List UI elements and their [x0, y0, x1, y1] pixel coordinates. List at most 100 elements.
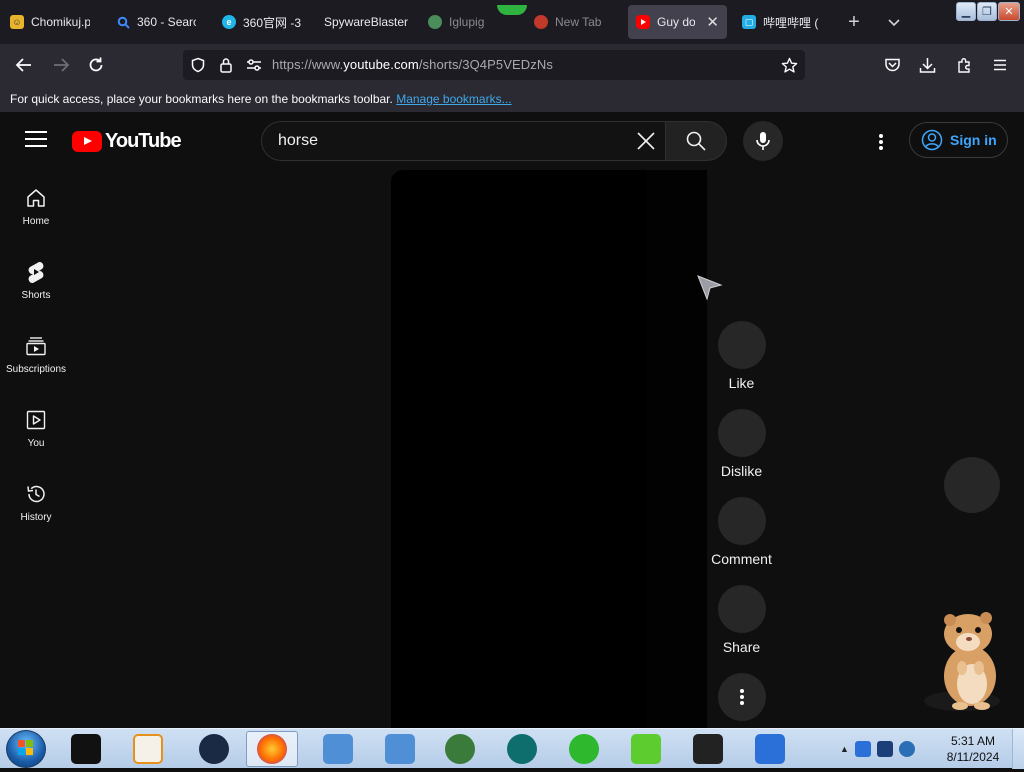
- guide-menu-icon[interactable]: [25, 131, 47, 149]
- tab-youtube-active[interactable]: Guy doe ✕: [628, 5, 727, 39]
- taskbar-plus-app[interactable]: [558, 731, 610, 767]
- clock-date: 8/11/2024: [946, 750, 1000, 764]
- history-icon: [24, 482, 48, 506]
- taskbar-media-player[interactable]: [122, 731, 174, 767]
- tab-chomikuj[interactable]: ☺ Chomikuj.p: [2, 5, 98, 39]
- shorts-icon: [24, 260, 48, 284]
- sidebar-item-home[interactable]: Home: [0, 170, 72, 240]
- tab-bilibili[interactable]: ▢ 哔哩哔哩 (: [734, 5, 830, 39]
- chevron-down-icon: [888, 19, 900, 27]
- extensions-button[interactable]: [951, 52, 977, 78]
- minimize-button[interactable]: ▁: [956, 2, 976, 21]
- windows-taskbar: ▲ 5:31 AM 8/11/2024: [0, 728, 1024, 769]
- network-icon[interactable]: [876, 741, 893, 757]
- new-tab-button[interactable]: +: [840, 8, 868, 36]
- arrow-left-icon: [15, 58, 31, 72]
- app-window-icon: [71, 734, 101, 764]
- taskbar-firefox[interactable]: [246, 731, 298, 767]
- comment-action[interactable]: Comment: [710, 497, 773, 567]
- tab-label: Iglupig: [449, 15, 485, 29]
- clear-search-icon[interactable]: [635, 130, 657, 152]
- show-desktop-button[interactable]: [1012, 729, 1024, 769]
- bookmark-star-icon[interactable]: [780, 56, 798, 74]
- taskbar-app-3[interactable]: [188, 731, 240, 767]
- pocket-button[interactable]: [879, 52, 905, 78]
- close-tab-icon[interactable]: ✕: [706, 13, 719, 31]
- shorts-video-player[interactable]: [391, 170, 707, 728]
- sidebar-item-you[interactable]: You: [0, 392, 72, 462]
- downloads-button[interactable]: [914, 52, 940, 78]
- share-action[interactable]: Share: [710, 585, 773, 655]
- taskbar-plus-app-2[interactable]: [620, 731, 672, 767]
- media-player-icon: [133, 734, 163, 764]
- close-window-button[interactable]: ✕: [998, 2, 1020, 21]
- download-icon: [919, 57, 935, 73]
- voice-search-button[interactable]: [743, 121, 783, 161]
- shield-blue-icon: [755, 734, 785, 764]
- chomikuj-icon: ☺: [10, 15, 24, 29]
- arrow-right-icon: [54, 58, 70, 72]
- taskbar-netscape[interactable]: [496, 731, 548, 767]
- sign-in-label: Sign in: [950, 132, 997, 148]
- tab-360-search[interactable]: 360 - Searc: [108, 5, 204, 39]
- taskbar-installer-2[interactable]: [374, 731, 426, 767]
- like-action[interactable]: Like: [710, 321, 773, 391]
- restore-button[interactable]: ❐: [977, 2, 997, 21]
- url-text[interactable]: https://www.youtube.com/shorts/3Q4P5VEDz…: [272, 57, 553, 72]
- comment-button[interactable]: [717, 497, 766, 545]
- back-button[interactable]: [11, 52, 37, 78]
- shield-icon[interactable]: [189, 56, 207, 74]
- sidebar-item-shorts[interactable]: Shorts: [0, 244, 72, 314]
- tray-shield-icon[interactable]: [854, 741, 871, 757]
- tab-new-tab[interactable]: New Tab: [526, 5, 622, 39]
- url-bar[interactable]: https://www.youtube.com/shorts/3Q4P5VEDz…: [183, 50, 805, 80]
- url-path: /shorts/3Q4P5VEDzNs: [418, 57, 553, 72]
- dislike-action[interactable]: Dislike: [710, 409, 773, 479]
- hamster-desktop-pet[interactable]: [922, 606, 1008, 714]
- dislike-button[interactable]: [717, 409, 766, 457]
- reload-button[interactable]: [83, 52, 109, 78]
- volume-icon[interactable]: [898, 741, 915, 757]
- permissions-icon[interactable]: [245, 56, 263, 74]
- taskbar-security-app[interactable]: [434, 731, 486, 767]
- tab-label: 360 - Searc: [137, 15, 196, 29]
- sidebar-item-subscriptions[interactable]: Subscriptions: [0, 318, 72, 388]
- taskbar-app-12[interactable]: [744, 731, 796, 767]
- tab-spywareblaster[interactable]: SpywareBlaster: [316, 5, 416, 39]
- hamburger-menu-icon: [994, 59, 1006, 71]
- start-button[interactable]: [6, 730, 46, 768]
- taskbar-installer-1[interactable]: [312, 731, 364, 767]
- forward-button[interactable]: [48, 52, 74, 78]
- puzzle-icon: [957, 57, 970, 73]
- clock-time: 5:31 AM: [950, 734, 996, 748]
- taskbar-app-11[interactable]: [682, 731, 734, 767]
- like-button[interactable]: [717, 321, 766, 369]
- settings-more-button[interactable]: [868, 129, 894, 155]
- sidebar-item-history[interactable]: History: [0, 466, 72, 536]
- tab-360-official[interactable]: e 360官网 -3: [214, 5, 310, 39]
- list-all-tabs-button[interactable]: [880, 8, 908, 36]
- tab-iglupig[interactable]: Iglupig: [420, 5, 516, 39]
- show-hidden-icons-icon[interactable]: ▲: [840, 744, 849, 754]
- monitor-icon: [693, 734, 723, 764]
- menu-button[interactable]: [987, 52, 1013, 78]
- share-button[interactable]: [717, 585, 766, 633]
- lock-icon[interactable]: [217, 56, 235, 74]
- manage-bookmarks-link[interactable]: Manage bookmarks...: [396, 92, 511, 106]
- more-actions-button[interactable]: [718, 673, 766, 721]
- 360-icon: e: [222, 15, 236, 29]
- globe-icon: [428, 15, 442, 29]
- search-box[interactable]: horse: [261, 121, 666, 161]
- plus-icon: [569, 734, 599, 764]
- next-video-button[interactable]: [944, 457, 1000, 513]
- window-controls: ▁ ❐ ✕: [956, 2, 1020, 21]
- taskbar-app-1[interactable]: [60, 731, 112, 767]
- sign-in-button[interactable]: Sign in: [909, 122, 1008, 158]
- search-input[interactable]: horse: [278, 132, 318, 150]
- youtube-logo[interactable]: YouTube: [72, 130, 182, 153]
- taskbar-clock[interactable]: 5:31 AM 8/11/2024: [938, 733, 1008, 765]
- sidebar-label: Shorts: [21, 290, 51, 301]
- home-icon: [24, 186, 48, 210]
- search-button[interactable]: [666, 121, 727, 161]
- installer-icon: [323, 734, 353, 764]
